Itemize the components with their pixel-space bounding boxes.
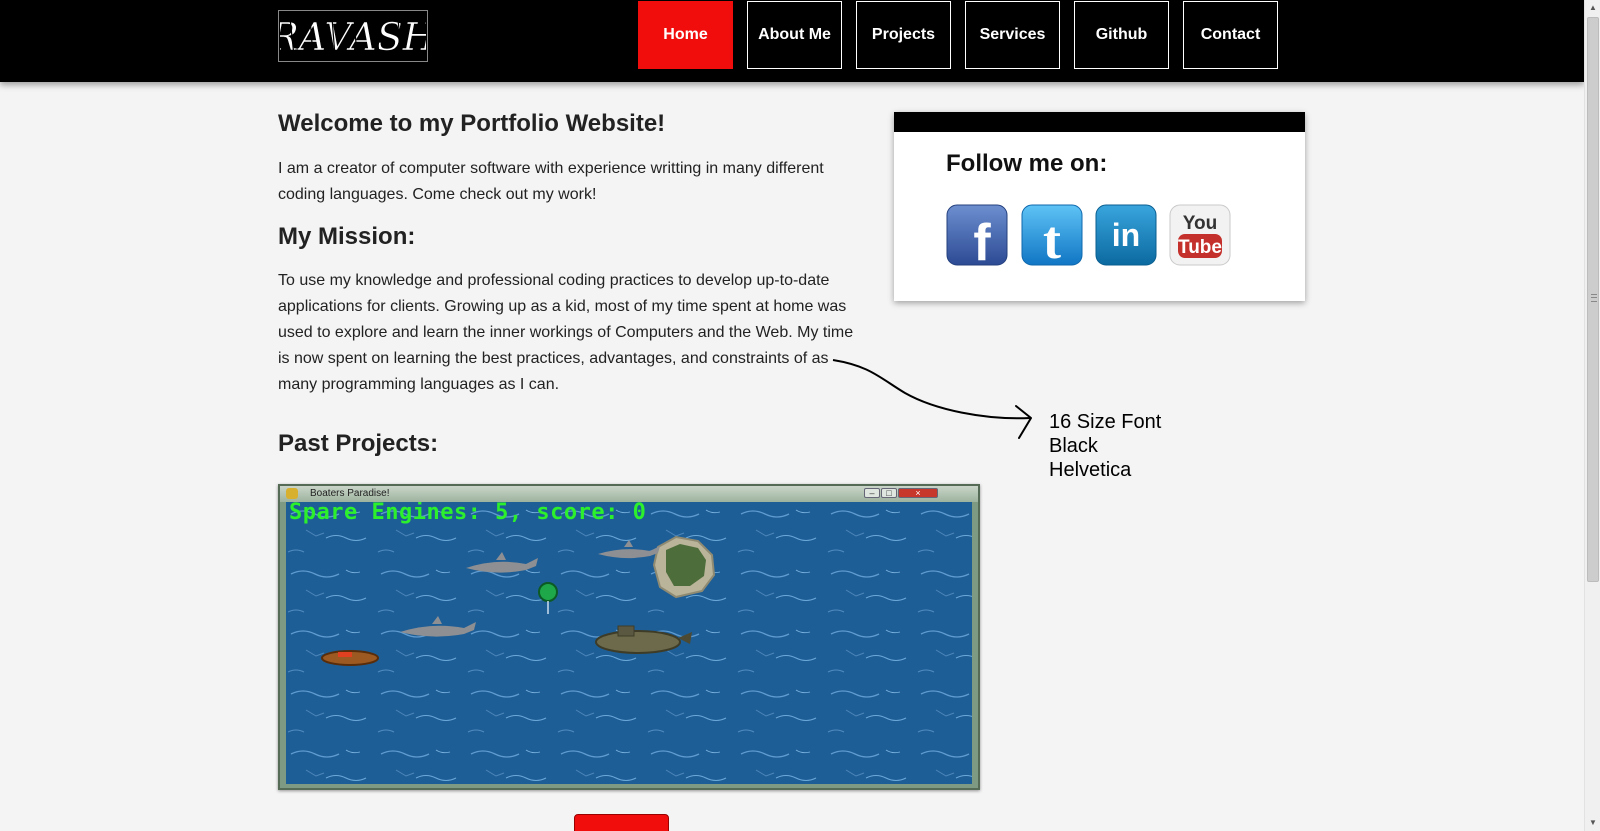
linkedin-link[interactable]: in <box>1095 204 1157 266</box>
youtube-link[interactable]: You Tube <box>1169 204 1231 266</box>
page: RAVASH Home About Me Projects Services G… <box>0 0 1600 831</box>
youtube-icon: You Tube <box>1169 204 1231 266</box>
linkedin-icon: in <box>1095 204 1157 266</box>
mission-heading: My Mission: <box>278 223 416 250</box>
game-window-title: Boaters Paradise! <box>310 488 390 499</box>
welcome-paragraph: I am a creator of computer software with… <box>278 160 824 203</box>
game-scene <box>286 502 972 784</box>
main-nav: Home About Me Projects Services Github C… <box>638 1 1292 69</box>
game-canvas: Spare Engines: 5, score: 0 <box>286 502 972 784</box>
facebook-link[interactable]: f <box>946 204 1008 266</box>
youtube-tube-text: Tube <box>1178 237 1222 258</box>
annotation-line-size: 16 Size Font <box>1049 411 1162 433</box>
twitter-link[interactable]: t <box>1021 204 1083 266</box>
boat-sprite <box>321 650 379 666</box>
nav-about-me[interactable]: About Me <box>747 1 842 69</box>
nav-projects[interactable]: Projects <box>856 1 951 69</box>
project-screenshot[interactable]: Boaters Paradise! – □ × Spare Engines: 5… <box>278 484 980 790</box>
site-header: RAVASH Home About Me Projects Services G… <box>0 0 1584 82</box>
close-icon: × <box>898 488 938 498</box>
maximize-icon: □ <box>881 488 897 498</box>
game-titlebar: Boaters Paradise! – □ × <box>280 486 978 502</box>
annotation-line-font: Helvetica <box>1049 459 1132 481</box>
scroll-grip-icon <box>1591 294 1597 302</box>
scroll-thumb[interactable] <box>1587 17 1599 582</box>
minimize-icon: – <box>864 488 880 498</box>
nav-github[interactable]: Github <box>1074 1 1169 69</box>
linkedin-glyph: in <box>1112 217 1140 253</box>
site-logo[interactable]: RAVASH <box>278 10 428 62</box>
welcome-heading: Welcome to my Portfolio Website! <box>278 110 666 137</box>
game-app-icon <box>286 488 298 499</box>
twitter-glyph: t <box>1043 210 1061 266</box>
facebook-icon: f <box>946 204 1008 266</box>
scroll-up-icon[interactable]: ▲ <box>1585 0 1600 16</box>
view-project-button[interactable] <box>574 814 669 831</box>
twitter-icon: t <box>1021 204 1083 266</box>
page-scrollbar[interactable]: ▲ ▼ <box>1584 0 1600 831</box>
mission-paragraph: To use my knowledge and professional cod… <box>278 272 854 393</box>
nav-home[interactable]: Home <box>638 1 733 69</box>
game-score-text: Spare Engines: 5, score: 0 <box>289 502 647 525</box>
annotation-line-color: Black <box>1049 435 1098 457</box>
facebook-glyph: f <box>973 214 991 266</box>
youtube-you-text: You <box>1183 213 1217 234</box>
follow-panel-bar <box>894 112 1305 132</box>
follow-panel: Follow me on: f t in You Tube <box>894 112 1305 301</box>
nav-contact[interactable]: Contact <box>1183 1 1278 69</box>
past-projects-heading: Past Projects: <box>278 430 439 457</box>
logo-wordmark: RAVASH <box>280 15 426 60</box>
font-annotation: 16 Size Font Black Helvetica <box>1049 410 1161 482</box>
nav-services[interactable]: Services <box>965 1 1060 69</box>
logo-text: RAVASH <box>280 15 426 59</box>
follow-title: Follow me on: <box>946 150 1108 177</box>
scroll-down-icon[interactable]: ▼ <box>1585 815 1600 831</box>
